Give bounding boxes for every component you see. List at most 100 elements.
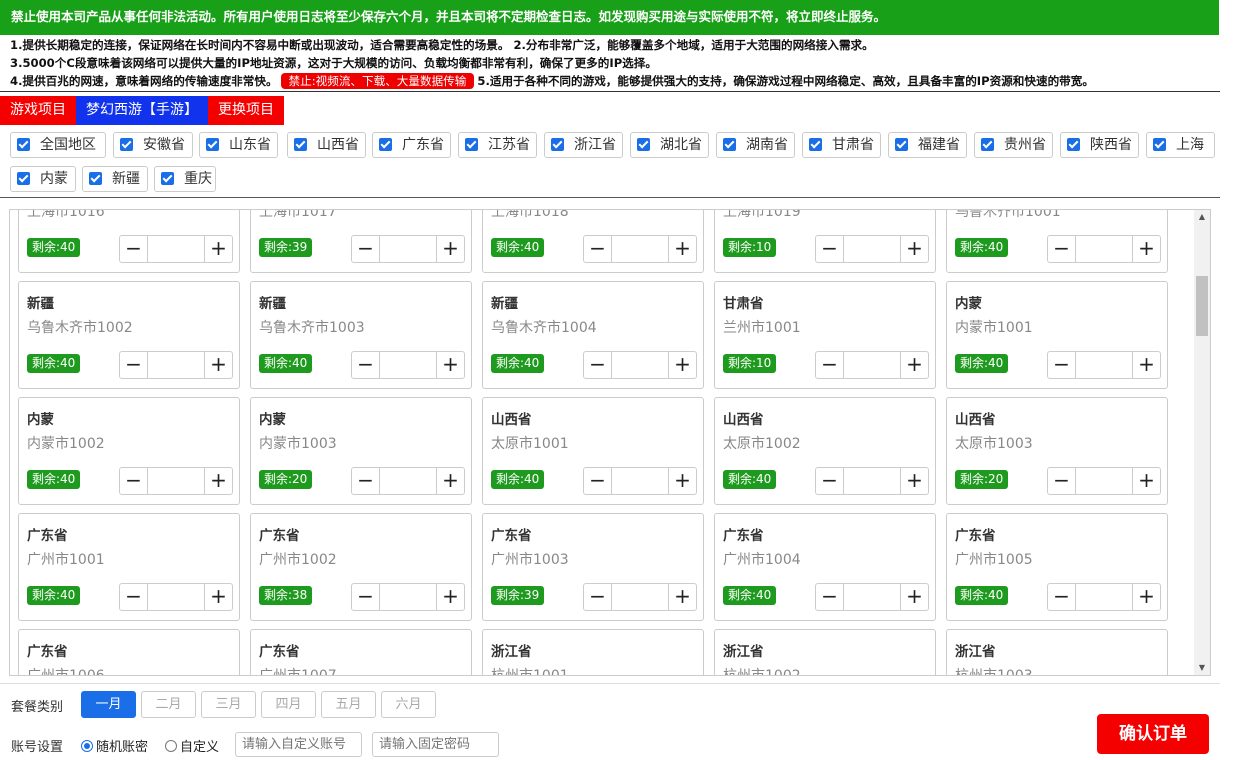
package-option-button[interactable]: 三月 — [201, 691, 256, 718]
scroll-thumb[interactable] — [1196, 276, 1208, 336]
region-checkbox[interactable]: 广东省 — [372, 132, 451, 158]
region-checkbox[interactable]: 福建省 — [888, 132, 967, 158]
radio-checked-icon — [81, 740, 93, 752]
quantity-input[interactable] — [611, 584, 669, 610]
quantity-input[interactable] — [1075, 468, 1133, 494]
remaining-badge: 剩余:40 — [955, 238, 1009, 257]
scroll-down-icon[interactable]: ▼ — [1194, 661, 1210, 675]
region-label: 浙江省 — [574, 137, 616, 153]
minus-button[interactable]: − — [120, 236, 147, 262]
minus-button[interactable]: − — [816, 468, 843, 494]
plus-button[interactable]: + — [901, 584, 928, 610]
random-account-radio[interactable]: 随机账密 — [81, 736, 148, 755]
minus-button[interactable]: − — [584, 352, 611, 378]
minus-button[interactable]: − — [120, 352, 147, 378]
quantity-input[interactable] — [1075, 236, 1133, 262]
minus-button[interactable]: − — [120, 584, 147, 610]
minus-button[interactable]: − — [584, 468, 611, 494]
region-checkbox[interactable]: 贵州省 — [974, 132, 1053, 158]
plus-button[interactable]: + — [669, 584, 696, 610]
region-checkbox[interactable]: 全国地区 — [10, 132, 106, 158]
region-label: 福建省 — [918, 137, 960, 153]
plus-button[interactable]: + — [901, 352, 928, 378]
plus-button[interactable]: + — [1133, 352, 1160, 378]
plus-button[interactable]: + — [205, 236, 232, 262]
minus-button[interactable]: − — [816, 584, 843, 610]
plus-button[interactable]: + — [205, 468, 232, 494]
minus-button[interactable]: − — [1048, 352, 1075, 378]
region-checkbox[interactable]: 浙江省 — [544, 132, 623, 158]
minus-button[interactable]: − — [816, 352, 843, 378]
tab-game-project[interactable]: 游戏项目 — [0, 96, 76, 125]
quantity-input[interactable] — [379, 468, 437, 494]
quantity-input[interactable] — [843, 584, 901, 610]
plus-button[interactable]: + — [437, 584, 464, 610]
plus-button[interactable]: + — [669, 352, 696, 378]
plus-button[interactable]: + — [437, 236, 464, 262]
package-option-button[interactable]: 五月 — [321, 691, 376, 718]
region-checkbox[interactable]: 上海 — [1146, 132, 1215, 158]
tab-current-game[interactable]: 梦幻西游【手游】 — [76, 96, 208, 125]
quantity-input[interactable] — [147, 584, 205, 610]
quantity-input[interactable] — [379, 352, 437, 378]
quantity-input[interactable] — [379, 584, 437, 610]
region-checkbox[interactable]: 陕西省 — [1060, 132, 1139, 158]
region-checkbox[interactable]: 湖南省 — [716, 132, 795, 158]
package-option-button[interactable]: 六月 — [381, 691, 436, 718]
custom-account-input[interactable] — [235, 732, 362, 757]
plus-button[interactable]: + — [901, 236, 928, 262]
region-checkbox[interactable]: 新疆 — [82, 166, 148, 192]
minus-button[interactable]: − — [352, 352, 379, 378]
quantity-input[interactable] — [1075, 352, 1133, 378]
region-checkbox[interactable]: 江苏省 — [458, 132, 537, 158]
minus-button[interactable]: − — [584, 236, 611, 262]
package-option-button[interactable]: 四月 — [261, 691, 316, 718]
plus-button[interactable]: + — [437, 468, 464, 494]
region-checkbox[interactable]: 湖北省 — [630, 132, 709, 158]
confirm-order-button[interactable]: 确认订单 — [1097, 714, 1209, 754]
scroll-up-icon[interactable]: ▲ — [1194, 210, 1210, 224]
quantity-input[interactable] — [843, 236, 901, 262]
tab-change-project[interactable]: 更换项目 — [208, 96, 284, 125]
region-checkbox[interactable]: 安徽省 — [113, 132, 193, 158]
plus-button[interactable]: + — [1133, 584, 1160, 610]
package-option-button[interactable]: 二月 — [141, 691, 196, 718]
region-checkbox[interactable]: 重庆 — [154, 166, 216, 192]
quantity-input[interactable] — [147, 468, 205, 494]
quantity-input[interactable] — [611, 236, 669, 262]
plus-button[interactable]: + — [1133, 236, 1160, 262]
plus-button[interactable]: + — [1133, 468, 1160, 494]
plus-button[interactable]: + — [205, 584, 232, 610]
region-checkbox[interactable]: 山东省 — [199, 132, 278, 158]
quantity-input[interactable] — [843, 468, 901, 494]
quantity-input[interactable] — [1075, 584, 1133, 610]
quantity-input[interactable] — [147, 236, 205, 262]
minus-button[interactable]: − — [1048, 584, 1075, 610]
quantity-input[interactable] — [611, 352, 669, 378]
plus-button[interactable]: + — [669, 236, 696, 262]
minus-button[interactable]: − — [1048, 468, 1075, 494]
minus-button[interactable]: − — [816, 236, 843, 262]
region-checkbox[interactable]: 山西省 — [287, 132, 366, 158]
quantity-input[interactable] — [843, 352, 901, 378]
plus-button[interactable]: + — [669, 468, 696, 494]
plus-button[interactable]: + — [901, 468, 928, 494]
minus-button[interactable]: − — [584, 584, 611, 610]
minus-button[interactable]: − — [120, 468, 147, 494]
custom-account-radio[interactable]: 自定义 — [165, 736, 219, 755]
plus-button[interactable]: + — [437, 352, 464, 378]
minus-button[interactable]: − — [1048, 236, 1075, 262]
minus-button[interactable]: − — [352, 584, 379, 610]
checkbox-checked-icon — [895, 138, 908, 151]
plus-button[interactable]: + — [205, 352, 232, 378]
quantity-input[interactable] — [611, 468, 669, 494]
minus-button[interactable]: − — [352, 236, 379, 262]
quantity-input[interactable] — [147, 352, 205, 378]
region-checkbox[interactable]: 甘肃省 — [802, 132, 881, 158]
region-checkbox[interactable]: 内蒙 — [10, 166, 76, 192]
minus-button[interactable]: − — [352, 468, 379, 494]
fixed-password-input[interactable] — [372, 732, 499, 757]
grid-scrollbar[interactable]: ▲ ▼ — [1194, 210, 1210, 675]
package-option-button[interactable]: 一月 — [81, 691, 136, 718]
quantity-input[interactable] — [379, 236, 437, 262]
